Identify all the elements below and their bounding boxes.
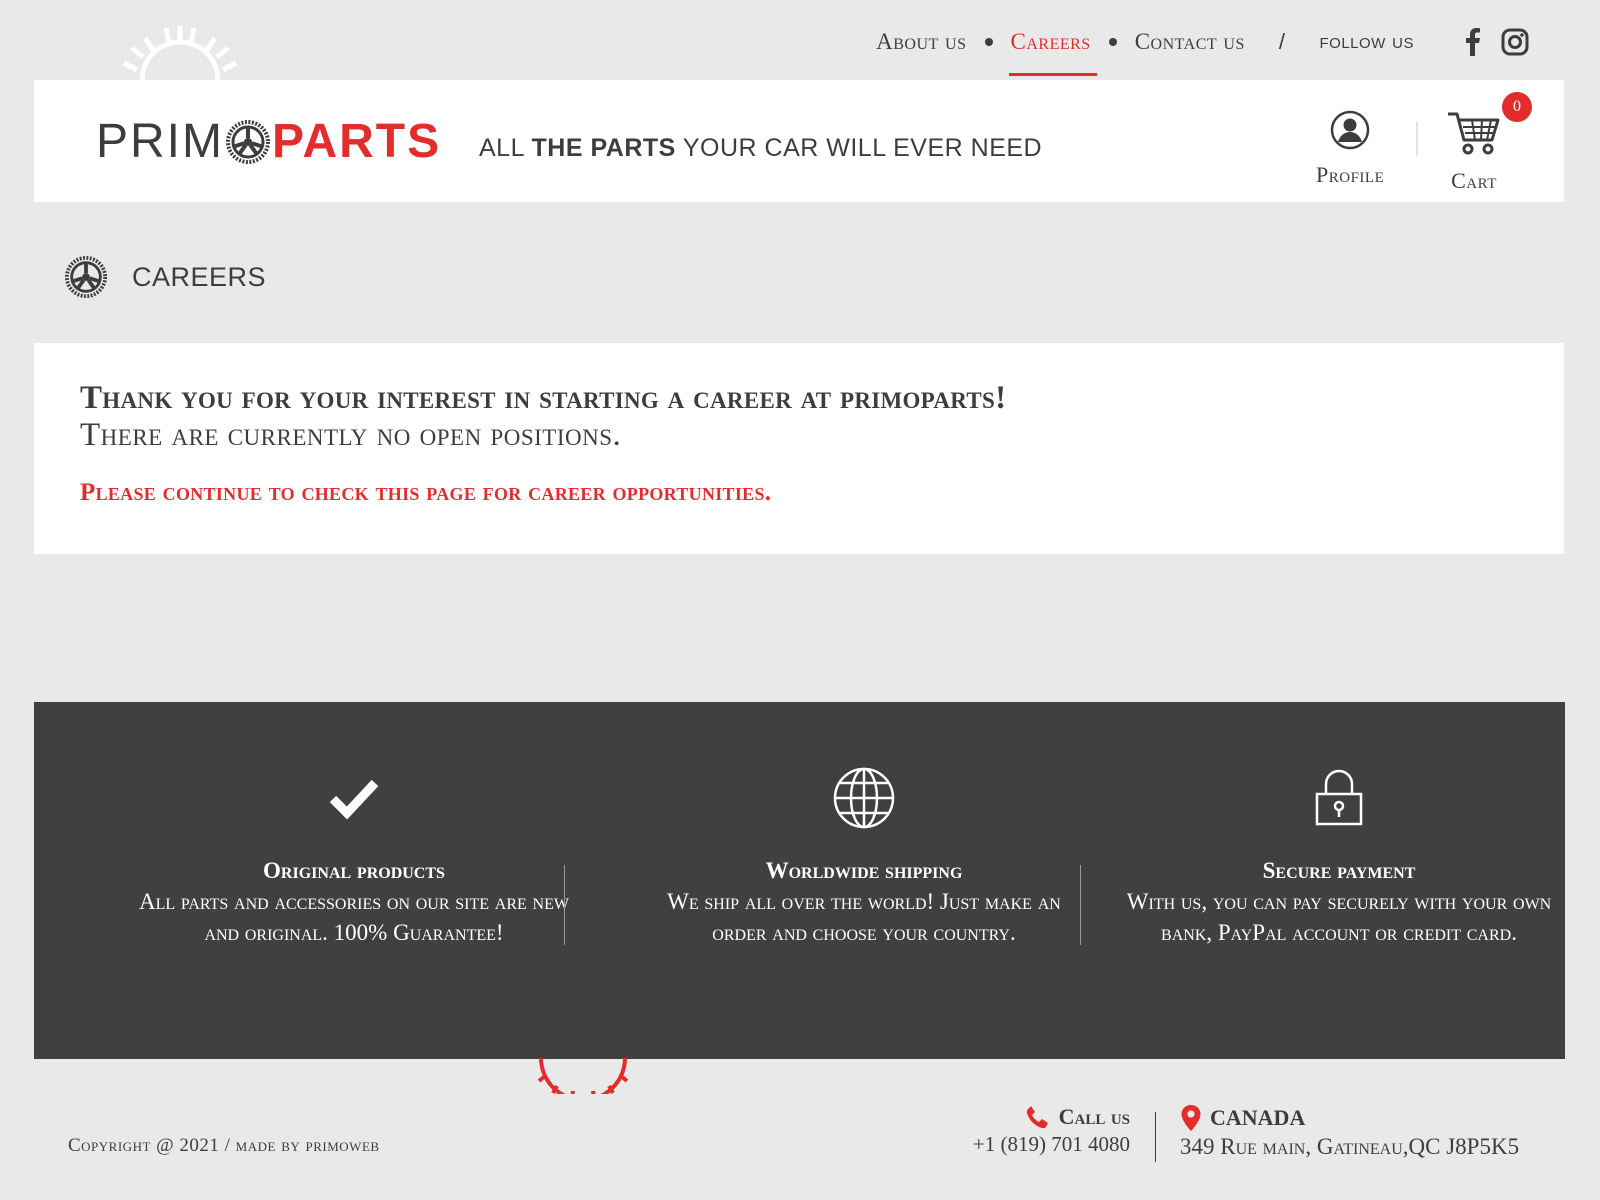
cart-count-badge: 0 [1502,92,1532,122]
feature-worldwide-shipping: Worldwide shipping We ship all over the … [644,762,1084,948]
location-block: CANADA 349 Rue main, Gatineau,QC J8P5K5 [1180,1104,1519,1160]
facebook-icon[interactable] [1458,27,1488,57]
nav-careers[interactable]: Careers [1008,29,1097,76]
footer-divider [1155,1112,1156,1162]
user-icon [1330,110,1370,150]
feature-original-products: Original products All parts and accessor… [134,762,574,948]
feature-description: All parts and accessories on our site ar… [139,889,569,945]
phone-number[interactable]: +1 (819) 701 4080 [973,1132,1130,1157]
careers-check-back: Please continue to check this page for c… [80,479,772,506]
profile-label: Profile [1316,162,1385,187]
logo-prim-text: PRIM [96,115,224,168]
instagram-icon[interactable] [1500,27,1530,57]
nav-dot-separator [984,38,993,46]
decorative-gear-top [100,18,260,80]
globe-icon [833,767,895,829]
cart-label: Cart [1451,168,1497,193]
location-pin-icon [1181,1105,1201,1131]
cart-button[interactable]: Cart [1446,110,1502,194]
social-links [1458,27,1530,57]
feature-secure-payment: Secure payment With us, you can pay secu… [1119,762,1559,948]
careers-thank-you: Thank you for your interest in starting … [80,380,1007,416]
site-header: PRIM PARTS ALL THE PARTS YOUR CAR WILL E… [34,80,1564,202]
check-icon [329,779,379,819]
lock-icon [1315,769,1363,826]
top-navigation: About us Careers Contact us / follow us [876,26,1530,76]
feature-title: Original products [263,858,445,883]
header-divider [1416,122,1418,156]
tagline: ALL THE PARTS YOUR CAR WILL EVER NEED [479,134,1043,162]
feature-title: Worldwide shipping [765,858,963,883]
feature-divider [564,865,565,945]
features-band: Original products All parts and accessor… [34,702,1565,1059]
feature-description: We ship all over the world! Just make an… [667,889,1061,945]
copyright-text: Copyright @ 2021 / made by primoweb [68,1135,380,1156]
country-label: CANADA [1210,1105,1306,1130]
careers-message-panel: Thank you for your interest in starting … [34,343,1564,554]
page-title-text: CAREERS [132,261,267,292]
wheel-logo-icon [226,119,270,164]
feature-divider [1080,865,1081,945]
logo-parts-text: PARTS [272,115,442,168]
nav-slash: / [1278,29,1286,54]
phone-icon [1026,1106,1048,1129]
call-us-label: Call us [1058,1104,1130,1129]
street-address: 349 Rue main, Gatineau,QC J8P5K5 [1180,1134,1520,1159]
nav-dot-separator [1108,38,1117,46]
feature-title: Secure payment [1262,858,1416,883]
follow-us-label: follow us [1319,30,1414,53]
nav-contact-us[interactable]: Contact us [1135,29,1245,55]
page-title: CAREERS [64,255,266,299]
nav-about-us[interactable]: About us [876,29,966,55]
cart-icon [1448,112,1500,155]
call-us-block[interactable]: Call us +1 (819) 701 4080 [973,1104,1130,1157]
site-logo[interactable]: PRIM PARTS [96,114,441,169]
feature-description: With us, you can pay securely with your … [1126,889,1552,945]
decorative-gear-bottom [535,1058,631,1094]
wheel-icon [64,255,108,299]
careers-no-positions: There are currently no open positions. [80,417,622,453]
profile-button[interactable]: Profile [1316,110,1384,188]
